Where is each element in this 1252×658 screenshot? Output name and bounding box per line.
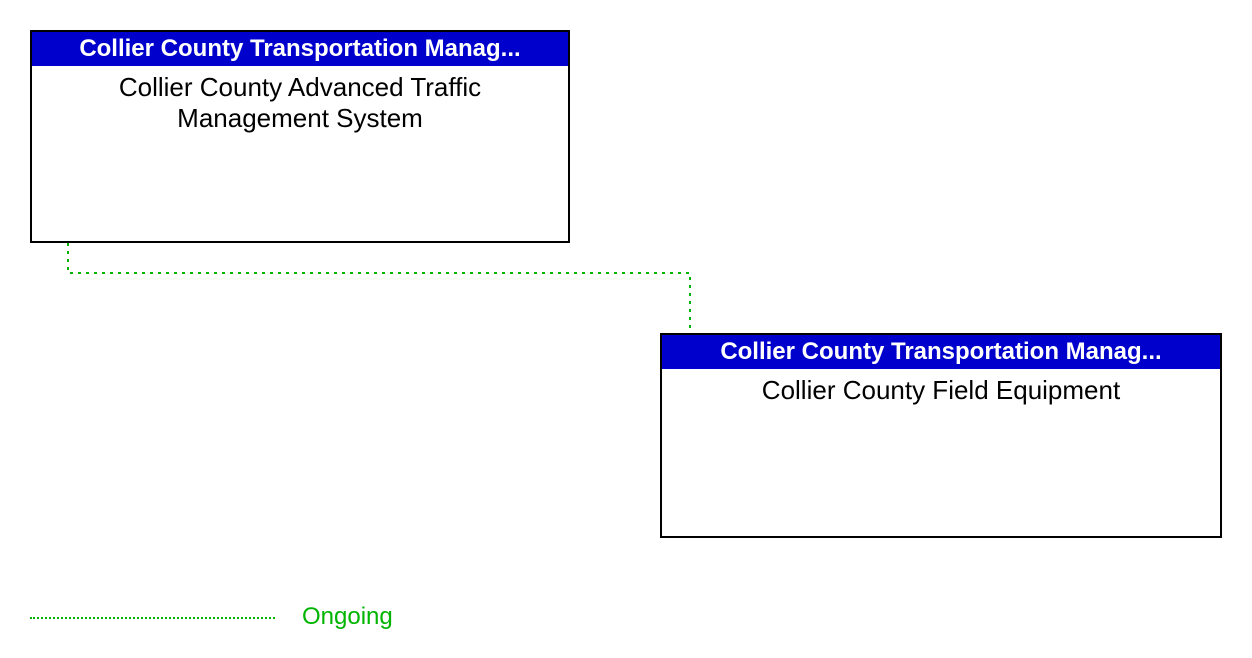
node-field-equipment-body: Collier County Field Equipment	[662, 369, 1220, 406]
legend-label-ongoing: Ongoing	[302, 603, 393, 631]
node-field-equipment: Collier County Transportation Manag... C…	[660, 333, 1222, 538]
node-atms-body: Collier County Advanced Traffic Manageme…	[32, 66, 568, 133]
node-atms: Collier County Transportation Manag... C…	[30, 30, 570, 243]
node-atms-header: Collier County Transportation Manag...	[32, 32, 568, 66]
legend-line-ongoing	[30, 617, 275, 619]
connector-path	[68, 243, 690, 333]
node-field-equipment-header: Collier County Transportation Manag...	[662, 335, 1220, 369]
